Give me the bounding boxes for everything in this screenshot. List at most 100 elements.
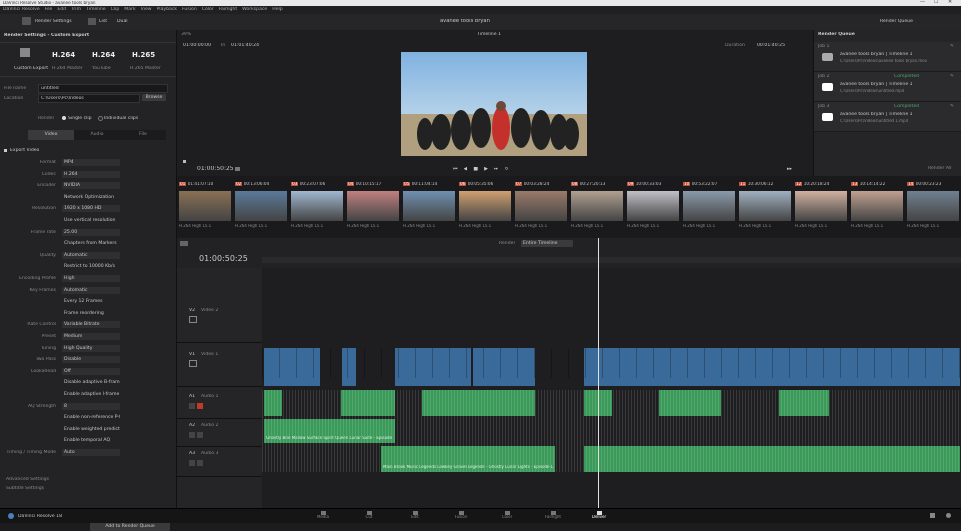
- preset-h265-master[interactable]: H.265: [132, 52, 155, 60]
- setting-dropdown[interactable]: MP4: [62, 159, 120, 166]
- setting-dropdown[interactable]: Off: [62, 367, 120, 375]
- track-a1-mute-icon[interactable]: [197, 403, 203, 409]
- track-a2-label[interactable]: Audio 2: [201, 423, 218, 428]
- page-tab-fusion[interactable]: Fusion: [438, 509, 484, 523]
- track-a3-mute-icon[interactable]: [197, 460, 203, 466]
- menu-item[interactable]: Trim: [71, 7, 81, 12]
- audio-clip[interactable]: [422, 390, 535, 416]
- setting-option[interactable]: Restrict to 10000 Kb/s: [62, 263, 120, 270]
- page-tab-deliver[interactable]: Deliver: [576, 509, 622, 523]
- stop-icon[interactable]: ■: [473, 167, 478, 173]
- close-button[interactable]: ✕: [948, 0, 952, 6]
- setting-dropdown[interactable]: Automatic: [62, 286, 120, 294]
- render-job[interactable]: Job 2 avanee tools bryan | Timeline 1 C:\U…: [814, 72, 961, 102]
- menu-item[interactable]: Fusion: [182, 7, 197, 12]
- render-queue-toggle[interactable]: Render Queue: [880, 19, 913, 24]
- scrubber-head[interactable]: [183, 160, 186, 163]
- setting-dropdown[interactable]: NVIDIA: [62, 182, 120, 190]
- dual-viewer-toggle[interactable]: Dual: [117, 19, 128, 24]
- job-edit-icon[interactable]: ✎: [950, 104, 954, 109]
- setting-dropdown[interactable]: Automatic: [62, 251, 120, 259]
- menu-item[interactable]: Workspace: [242, 7, 267, 12]
- clip-thumbnail[interactable]: [291, 191, 343, 221]
- page-tab-edit[interactable]: Edit: [392, 509, 438, 523]
- setting-dropdown[interactable]: 25.00: [62, 228, 120, 236]
- menu-item[interactable]: Help: [272, 7, 282, 12]
- track-a2-mute-icon[interactable]: [197, 432, 203, 438]
- playhead[interactable]: [598, 238, 599, 508]
- clip-thumbnail[interactable]: [403, 191, 455, 221]
- tab-video[interactable]: Video: [28, 130, 74, 140]
- clip-thumbnail[interactable]: [235, 191, 287, 221]
- setting-dropdown[interactable]: H.264: [62, 170, 120, 178]
- page-tab-cut[interactable]: Cut: [346, 509, 392, 523]
- menu-item[interactable]: Color: [202, 7, 214, 12]
- speaker-icon[interactable]: [235, 167, 240, 171]
- setting-option[interactable]: Chapters from Markers: [62, 240, 120, 247]
- page-tab-media[interactable]: Media: [300, 509, 346, 523]
- timeline-view-icon[interactable]: [180, 241, 188, 246]
- export-video-checkbox[interactable]: [4, 149, 7, 152]
- setting-option[interactable]: Enable adaptive I-frame: [62, 391, 120, 398]
- add-to-render-queue-button[interactable]: Add to Render Queue: [90, 522, 170, 531]
- menu-item[interactable]: File: [45, 7, 53, 12]
- setting-dropdown[interactable]: Disable: [62, 356, 120, 364]
- clip-thumbnail[interactable]: [683, 191, 735, 221]
- jump-start-icon[interactable]: ⏮: [453, 167, 458, 173]
- audio-clip[interactable]: [264, 390, 282, 416]
- menu-item[interactable]: Timeline: [86, 7, 106, 12]
- clip-thumbnail[interactable]: [179, 191, 231, 221]
- clip-thumbnail[interactable]: [571, 191, 623, 221]
- setting-dropdown[interactable]: 1920 x 1080 HD: [62, 205, 120, 213]
- setting-option[interactable]: Enable non-reference P-frame: [62, 414, 120, 421]
- maximize-button[interactable]: ☐: [934, 0, 938, 6]
- clip-thumbnail[interactable]: [739, 191, 791, 221]
- track-a1-label[interactable]: Audio 1: [201, 394, 218, 399]
- render-job[interactable]: Job 1 avanee tools bryan | Timeline 1 C:\U…: [814, 42, 961, 72]
- timeline-clip[interactable]: [584, 348, 960, 386]
- tab-audio[interactable]: Audio: [74, 130, 120, 140]
- track-a1-solo-icon[interactable]: [189, 403, 195, 409]
- menu-item[interactable]: View: [141, 7, 152, 12]
- home-icon[interactable]: [930, 513, 935, 518]
- render-range-select[interactable]: Entire Timeline: [521, 240, 573, 247]
- menu-item[interactable]: Playback: [157, 7, 178, 12]
- audio-clip[interactable]: [584, 446, 960, 472]
- clip-thumbnail[interactable]: [515, 191, 567, 221]
- audio-clip[interactable]: [341, 390, 395, 416]
- location-field[interactable]: C:\Users\Pc\Videos: [38, 94, 140, 103]
- track-v1-lock-icon[interactable]: [189, 360, 197, 367]
- menu-item[interactable]: Mark: [124, 7, 135, 12]
- audio-clip[interactable]: [659, 390, 721, 416]
- single-clip-radio[interactable]: [62, 116, 66, 120]
- list-icon[interactable]: [88, 18, 96, 25]
- clip-thumbnail[interactable]: [459, 191, 511, 221]
- audio-clip[interactable]: Ghostly Brie Mallow Surface Spirit Queen…: [264, 419, 395, 443]
- render-job[interactable]: Job 3 avanee tools bryan | Timeline 1 C:\U…: [814, 102, 961, 132]
- menu-item[interactable]: Fairlight: [219, 7, 237, 12]
- timeline-clip[interactable]: [395, 348, 471, 386]
- clip-thumbnail[interactable]: [907, 191, 959, 221]
- setting-dropdown[interactable]: Auto: [62, 449, 120, 456]
- individual-clips-radio[interactable]: [98, 116, 103, 121]
- timeline-clip[interactable]: [342, 348, 356, 386]
- custom-export-preset-icon[interactable]: [20, 48, 30, 57]
- preset-custom-export[interactable]: Custom Export: [14, 66, 48, 71]
- clip-thumbnail[interactable]: [347, 191, 399, 221]
- timeline-ruler[interactable]: [262, 257, 961, 263]
- render-all-button[interactable]: Render All: [928, 166, 952, 171]
- reverse-icon[interactable]: ◀: [464, 167, 468, 173]
- list-toggle[interactable]: List: [99, 19, 107, 24]
- timeline-clip[interactable]: [264, 348, 320, 386]
- tab-file[interactable]: File: [120, 130, 166, 140]
- track-v2-label[interactable]: Video 2: [201, 308, 218, 313]
- clip-thumbnail[interactable]: [627, 191, 679, 221]
- setting-option[interactable]: Enable weighted prediction: [62, 426, 120, 433]
- loop-icon[interactable]: ↻: [504, 167, 508, 173]
- menu-item[interactable]: Edit: [57, 7, 66, 12]
- setting-option[interactable]: Disable adaptive B-frames: [62, 379, 120, 386]
- clip-thumbnail[interactable]: [851, 191, 903, 221]
- viewer-options-icon[interactable]: ▸▸: [787, 167, 792, 173]
- menu-item[interactable]: Clip: [111, 7, 120, 12]
- audio-clip[interactable]: Main Brook Music Legends Lowkey Gravel L…: [381, 446, 555, 472]
